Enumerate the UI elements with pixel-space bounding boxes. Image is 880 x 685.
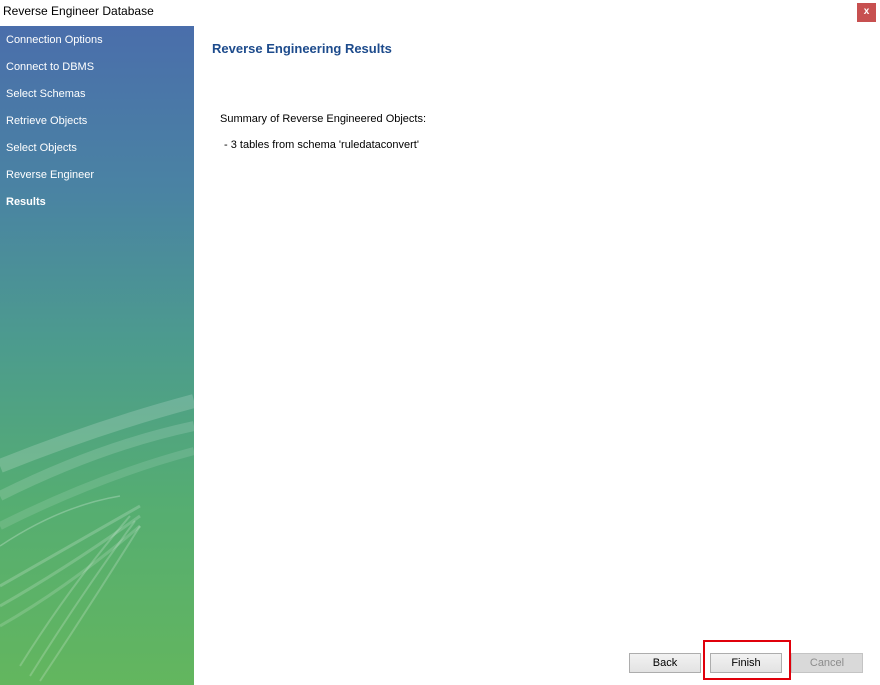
sidebar-item-retrieve-objects: Retrieve Objects [6,115,88,127]
window-title: Reverse Engineer Database [3,4,154,18]
sidebar-item-select-schemas: Select Schemas [6,88,86,100]
close-button[interactable]: x [857,3,876,22]
sidebar-item-select-objects: Select Objects [6,142,77,154]
sidebar-item-connection-options: Connection Options [6,34,103,46]
summary-line: - 3 tables from schema 'ruledataconvert' [224,139,419,151]
title-bar: Reverse Engineer Database x [0,0,880,24]
sidebar-item-results: Results [6,196,46,208]
cancel-button[interactable]: Cancel [791,653,863,673]
back-button[interactable]: Back [629,653,701,673]
summary-heading: Summary of Reverse Engineered Objects: [220,113,427,125]
page-title: Reverse Engineering Results [212,41,392,56]
finish-highlight-box [703,640,791,680]
wizard-sidebar: Connection Options Connect to DBMS Selec… [0,26,194,685]
sidebar-item-connect-to-dbms: Connect to DBMS [6,61,95,73]
sidebar-item-reverse-engineer: Reverse Engineer [6,169,95,181]
